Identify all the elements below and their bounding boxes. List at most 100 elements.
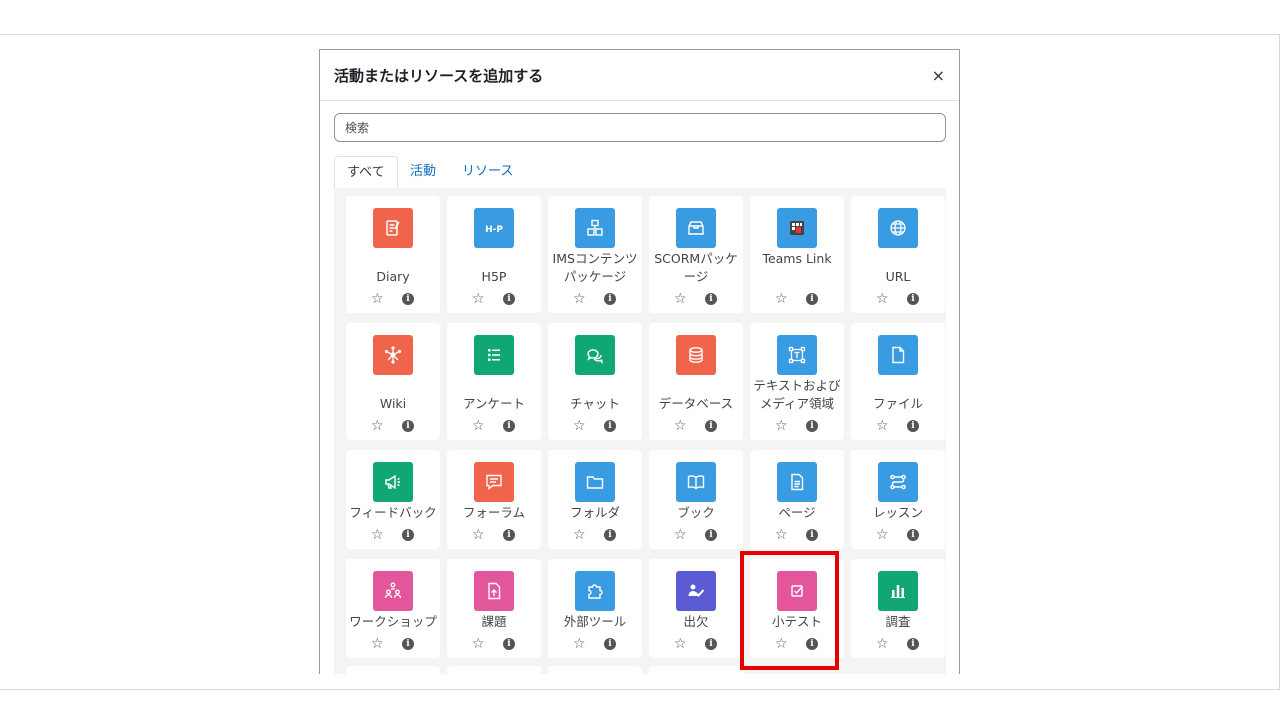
activity-card-15[interactable]: フォルダ ☆ i <box>548 450 642 549</box>
activity-card-1[interactable]: Diary ☆ i <box>346 196 440 313</box>
quiz-check-icon <box>777 571 817 611</box>
activity-name: Diary <box>376 269 410 284</box>
scorm-box-icon <box>676 208 716 248</box>
activity-card-17[interactable]: ページ ☆ i <box>750 450 844 549</box>
tab-all[interactable]: すべて <box>334 156 398 189</box>
activity-card-7[interactable]: Wiki ☆ i <box>346 323 440 440</box>
star-icon[interactable]: ☆ <box>472 528 485 542</box>
activity-card-24[interactable]: 調査 ☆ i <box>851 559 945 658</box>
star-icon[interactable]: ☆ <box>371 292 384 306</box>
info-icon[interactable]: i <box>503 420 515 432</box>
file-icon <box>878 335 918 375</box>
info-icon[interactable]: i <box>806 529 818 541</box>
activity-card-3[interactable]: IMSコンテンツパッケージ ☆ i <box>548 196 642 313</box>
info-icon[interactable]: i <box>604 529 616 541</box>
activity-name: Teams Link <box>762 251 832 266</box>
star-icon[interactable]: ☆ <box>775 528 788 542</box>
info-icon[interactable]: i <box>907 638 919 650</box>
activity-card-16[interactable]: ブック ☆ i <box>649 450 743 549</box>
activity-card-partial[interactable] <box>548 666 642 674</box>
star-icon[interactable]: ☆ <box>472 637 485 651</box>
star-icon[interactable]: ☆ <box>371 637 384 651</box>
teams-link-icon <box>777 208 817 248</box>
info-icon[interactable]: i <box>705 420 717 432</box>
activity-name: 出欠 <box>683 614 709 629</box>
activity-card-12[interactable]: ファイル ☆ i <box>851 323 945 440</box>
activity-card-partial[interactable] <box>346 666 440 674</box>
info-icon[interactable]: i <box>705 293 717 305</box>
info-icon[interactable]: i <box>402 420 414 432</box>
activity-name: 小テスト <box>771 614 822 629</box>
activity-card-8[interactable]: アンケート ☆ i <box>447 323 541 440</box>
tab-resources[interactable]: リソース <box>450 156 525 188</box>
activity-name: SCORMパッケージ <box>654 251 738 284</box>
folder-icon <box>575 462 615 502</box>
activity-name: ブック <box>677 505 715 520</box>
info-icon[interactable]: i <box>806 293 818 305</box>
info-icon[interactable]: i <box>402 293 414 305</box>
star-icon[interactable]: ☆ <box>775 637 788 651</box>
star-icon[interactable]: ☆ <box>573 637 586 651</box>
star-icon[interactable]: ☆ <box>371 528 384 542</box>
info-icon[interactable]: i <box>604 420 616 432</box>
assignment-upload-icon <box>474 571 514 611</box>
star-icon[interactable]: ☆ <box>876 528 889 542</box>
activity-name: ファイル <box>872 396 923 411</box>
info-icon[interactable]: i <box>604 293 616 305</box>
search-input[interactable] <box>334 113 946 142</box>
activity-card-22[interactable]: 出欠 ☆ i <box>649 559 743 658</box>
star-icon[interactable]: ☆ <box>573 292 586 306</box>
info-icon[interactable]: i <box>806 638 818 650</box>
info-icon[interactable]: i <box>806 420 818 432</box>
text-area-icon <box>777 335 817 375</box>
star-icon[interactable]: ☆ <box>674 419 687 433</box>
info-icon[interactable]: i <box>604 638 616 650</box>
activity-card-20[interactable]: 課題 ☆ i <box>447 559 541 658</box>
star-icon[interactable]: ☆ <box>775 292 788 306</box>
star-icon[interactable]: ☆ <box>472 292 485 306</box>
activity-name: URL <box>885 269 911 284</box>
activity-card-5[interactable]: Teams Link ☆ i <box>750 196 844 313</box>
page-icon <box>777 462 817 502</box>
star-icon[interactable]: ☆ <box>876 419 889 433</box>
activity-card-2[interactable]: H-P H5P ☆ i <box>447 196 541 313</box>
star-icon[interactable]: ☆ <box>876 637 889 651</box>
activity-card-21[interactable]: 外部ツール ☆ i <box>548 559 642 658</box>
database-icon <box>676 335 716 375</box>
info-icon[interactable]: i <box>503 293 515 305</box>
star-icon[interactable]: ☆ <box>674 528 687 542</box>
activity-card-11[interactable]: テキストおよびメディア領域 ☆ i <box>750 323 844 440</box>
activity-card-9[interactable]: チャット ☆ i <box>548 323 642 440</box>
info-icon[interactable]: i <box>705 638 717 650</box>
star-icon[interactable]: ☆ <box>876 292 889 306</box>
star-icon[interactable]: ☆ <box>775 419 788 433</box>
activity-card-13[interactable]: フィードバック ☆ i <box>346 450 440 549</box>
close-button[interactable]: × <box>932 68 945 84</box>
star-icon[interactable]: ☆ <box>371 419 384 433</box>
activity-card-partial[interactable] <box>649 666 743 674</box>
activity-card-6[interactable]: URL ☆ i <box>851 196 945 313</box>
activity-card-partial[interactable] <box>447 666 541 674</box>
star-icon[interactable]: ☆ <box>472 419 485 433</box>
activity-card-4[interactable]: SCORMパッケージ ☆ i <box>649 196 743 313</box>
star-icon[interactable]: ☆ <box>573 528 586 542</box>
info-icon[interactable]: i <box>402 638 414 650</box>
info-icon[interactable]: i <box>705 529 717 541</box>
activity-card-14[interactable]: フォーラム ☆ i <box>447 450 541 549</box>
globe-icon <box>878 208 918 248</box>
activity-card-19[interactable]: ワークショップ ☆ i <box>346 559 440 658</box>
star-icon[interactable]: ☆ <box>674 637 687 651</box>
info-icon[interactable]: i <box>503 638 515 650</box>
activity-card-10[interactable]: データベース ☆ i <box>649 323 743 440</box>
activity-card-18[interactable]: レッスン ☆ i <box>851 450 945 549</box>
activity-card-23[interactable]: 小テスト ☆ i <box>750 559 844 658</box>
star-icon[interactable]: ☆ <box>573 419 586 433</box>
star-icon[interactable]: ☆ <box>674 292 687 306</box>
info-icon[interactable]: i <box>402 529 414 541</box>
info-icon[interactable]: i <box>907 529 919 541</box>
info-icon[interactable]: i <box>907 293 919 305</box>
info-icon[interactable]: i <box>907 420 919 432</box>
info-icon[interactable]: i <box>503 529 515 541</box>
tab-activities[interactable]: 活動 <box>398 156 448 188</box>
diary-icon <box>373 208 413 248</box>
